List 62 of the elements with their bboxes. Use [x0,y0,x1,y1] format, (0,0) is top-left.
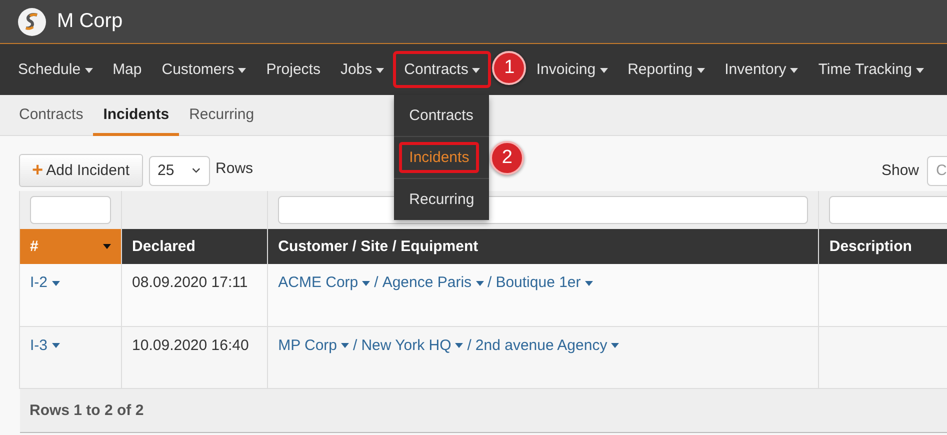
page-size-select[interactable]: 25 [148,156,210,186]
caret-icon [362,280,370,286]
caret-icon [611,343,620,348]
sub-tab[interactable]: Contracts [9,95,94,136]
path-link[interactable]: New York HQ [361,336,464,354]
rows-label: Rows [216,160,254,176]
separator-text: / [488,274,492,291]
column-header[interactable]: Description [818,229,947,264]
separator-text: / [467,336,472,354]
incident-link[interactable]: I-2 [30,274,60,291]
show-label: Show [881,162,919,179]
caret-icon [341,343,350,348]
path-link[interactable]: MP Corp [278,336,350,354]
sub-tab[interactable]: Recurring [179,95,264,136]
filter-field[interactable] [30,196,112,224]
caret-icon [376,68,384,73]
caret-icon [84,68,93,73]
sub-tab[interactable]: Incidents [93,95,180,136]
row-count-text: Rows 1 to 2 of 2 [30,402,144,418]
caret-icon [790,68,798,73]
nav-item[interactable]: Jobs [329,51,396,88]
nav-item[interactable]: Invoicing [525,51,619,88]
menu-item[interactable]: Contracts [399,100,484,131]
sort-caret-icon [103,244,112,249]
callout-badge: 1 [492,51,526,85]
column-header[interactable]: Declared [122,229,268,264]
caret-icon [696,68,705,73]
path-link[interactable]: Agence Paris [382,274,484,291]
caret-icon [52,280,60,286]
separator-text: / [374,274,378,291]
caret-icon [600,68,608,73]
plus-icon: + [32,160,44,182]
caret-icon [916,68,924,73]
caret-icon [52,343,60,348]
caret-icon [584,280,593,286]
nav-item[interactable]: Schedule [7,51,104,88]
caret-icon [472,68,480,73]
app-title: M Corp [57,10,123,33]
caret-icon [476,280,484,286]
chevron-icon [192,167,201,174]
nav-item[interactable]: Customers [150,51,258,88]
nav-item[interactable]: Reporting [616,51,716,88]
nav-item[interactable]: Map [102,51,153,88]
path-link[interactable]: Boutique 1er [496,274,593,291]
nav-item[interactable]: Inventory [714,51,810,88]
menu-item[interactable]: Recurring [399,184,484,215]
path-link[interactable]: 2nd avenue Agency [475,336,620,354]
nav-item[interactable]: Contracts [393,51,492,88]
callout-badge: 2 [490,141,524,175]
caret-icon [455,343,464,348]
logo-icon [18,8,46,36]
nav-item[interactable]: Time Tracking [807,51,935,88]
path-link[interactable]: ACME Corp [278,274,370,291]
table-cell: 10.09.2020 16:40 [122,326,268,388]
add-incident-button[interactable]: +Add Incident [19,154,143,187]
incident-link[interactable]: I-3 [30,336,60,354]
table-cell: 08.09.2020 17:11 [122,264,268,326]
caret-icon [238,68,246,73]
column-header[interactable]: Customer / Site / Equipment [268,229,819,264]
menu-item[interactable]: Incidents [399,142,480,173]
separator-text: / [353,336,358,354]
nav-item[interactable]: Projects [255,51,332,88]
